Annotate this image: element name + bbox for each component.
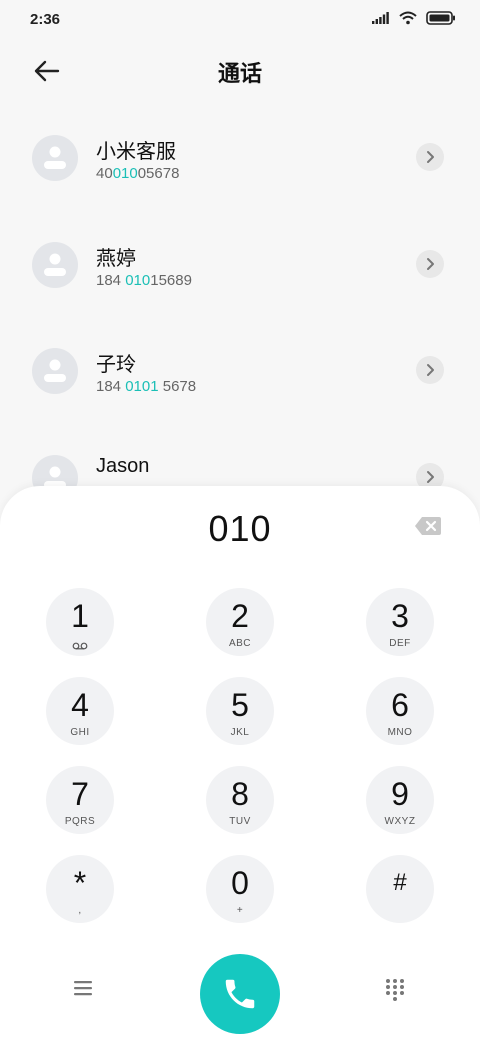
- header: 通话: [0, 48, 480, 92]
- key-9[interactable]: 9 WXYZ: [366, 766, 434, 834]
- key-hash[interactable]: #: [366, 855, 434, 923]
- key-3[interactable]: 3 DEF: [366, 588, 434, 656]
- key-6[interactable]: 6 MNO: [366, 677, 434, 745]
- key-4[interactable]: 4 GHI: [46, 677, 114, 745]
- key-1[interactable]: 1: [46, 588, 114, 656]
- voicemail-icon: [72, 642, 88, 650]
- page-title: 通话: [217, 61, 262, 86]
- backspace-icon[interactable]: [414, 516, 442, 536]
- contact-number: 184 01015689: [96, 272, 192, 289]
- contact-name: 小米客服: [96, 141, 176, 163]
- keypad-grid-icon[interactable]: [384, 978, 406, 1002]
- dialer-panel: 010 1 2 ABC 3 DEF 4 GHI 5 JKL 6 MNO 7 PQ…: [0, 486, 480, 1040]
- contact-number: 184 0101 5678: [96, 378, 197, 395]
- contact-row[interactable]: 子玲 184 0101 5678: [0, 318, 480, 424]
- contact-row[interactable]: 小米客服 4001005678: [0, 105, 480, 211]
- avatar: [32, 348, 78, 394]
- wifi-icon: [399, 11, 417, 25]
- person-icon: [44, 146, 66, 169]
- key-5[interactable]: 5 JKL: [206, 677, 274, 745]
- key-star[interactable]: * ,: [46, 855, 114, 923]
- system-icons: [372, 11, 456, 25]
- signal-icon: [372, 12, 389, 24]
- phone-icon: [225, 979, 255, 1009]
- person-icon: [44, 359, 66, 382]
- contact-number: 4001005678: [96, 165, 180, 182]
- dialer-actions: [0, 946, 480, 1034]
- key-7[interactable]: 7 PQRS: [46, 766, 114, 834]
- match-highlight: 010: [125, 272, 151, 289]
- avatar: [32, 242, 78, 288]
- match-highlight: 010: [112, 165, 138, 182]
- avatar: [32, 135, 78, 181]
- dialed-number[interactable]: 010: [0, 508, 480, 550]
- hamburger-menu-icon[interactable]: [72, 980, 94, 996]
- chevron-right-icon[interactable]: [416, 143, 444, 171]
- status-bar: 2:36: [0, 0, 480, 40]
- contact-name: 燕婷: [96, 248, 136, 270]
- contact-name: 子玲: [96, 354, 136, 376]
- key-2[interactable]: 2 ABC: [206, 588, 274, 656]
- match-highlight: 0101: [125, 378, 159, 395]
- contact-row[interactable]: 燕婷 184 01015689: [0, 212, 480, 318]
- key-8[interactable]: 8 TUV: [206, 766, 274, 834]
- call-button[interactable]: [200, 954, 280, 1034]
- key-0[interactable]: 0 +: [206, 855, 274, 923]
- person-icon: [44, 253, 66, 276]
- chevron-right-icon[interactable]: [416, 356, 444, 384]
- chevron-right-icon[interactable]: [416, 250, 444, 278]
- contact-name: Jason: [96, 455, 150, 477]
- battery-icon: [426, 11, 455, 25]
- status-time: 2:36: [30, 11, 61, 28]
